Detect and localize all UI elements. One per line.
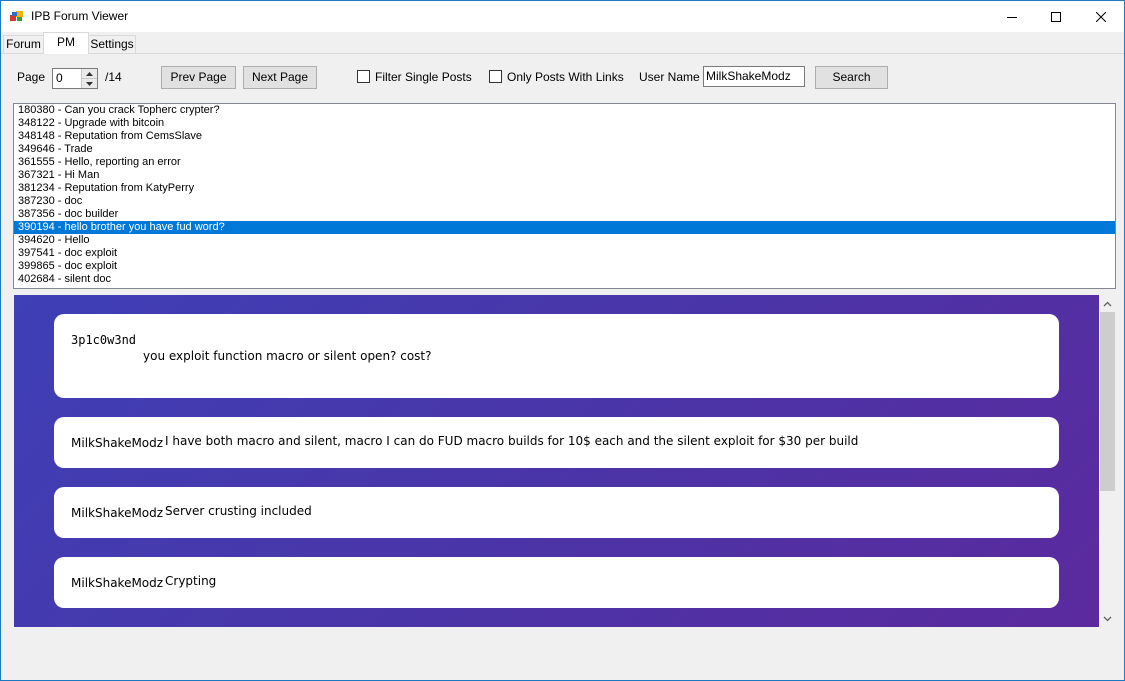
stepper-down-button[interactable] bbox=[82, 78, 97, 88]
page-value: 0 bbox=[56, 71, 63, 85]
page-total: /14 bbox=[105, 70, 122, 84]
arrow-down-icon bbox=[86, 81, 93, 86]
message-text: Crypting bbox=[165, 574, 217, 588]
message-author: MilkShakeModz bbox=[71, 576, 164, 590]
message-author: 3p1c0w3nd bbox=[71, 333, 137, 347]
tab-forum[interactable]: Forum bbox=[3, 35, 44, 53]
stepper-buttons bbox=[81, 69, 97, 88]
scroll-up-button[interactable] bbox=[1099, 295, 1116, 312]
search-button[interactable]: Search bbox=[815, 66, 888, 89]
tab-pm[interactable]: PM bbox=[43, 32, 89, 54]
page-label: Page bbox=[17, 70, 46, 84]
list-item[interactable]: 399865 - doc exploit bbox=[14, 260, 1115, 273]
message-scrollbar[interactable] bbox=[1099, 295, 1116, 627]
list-item[interactable]: 180380 - Can you crack Topherc crypter? bbox=[14, 104, 1115, 117]
message-card: MilkShakeModz Server crusting included bbox=[54, 487, 1059, 538]
scroll-down-button[interactable] bbox=[1099, 610, 1116, 627]
message-text: I have both macro and silent, macro I ca… bbox=[165, 434, 859, 448]
message-author: MilkShakeModz bbox=[71, 436, 164, 450]
message-card: 3p1c0w3nd you exploit function macro or … bbox=[54, 314, 1059, 398]
list-item[interactable]: 348122 - Upgrade with bitcoin bbox=[14, 117, 1115, 130]
message-card: MilkShakeModz Crypting bbox=[54, 557, 1059, 608]
tab-strip: Forum PM Settings bbox=[1, 32, 1124, 54]
maximize-button[interactable] bbox=[1033, 1, 1079, 32]
list-item[interactable]: 381234 - Reputation from KatyPerry bbox=[14, 182, 1115, 195]
stepper-up-button[interactable] bbox=[82, 69, 97, 78]
chevron-up-icon bbox=[1103, 301, 1112, 306]
app-window: IPB Forum Viewer Forum PM Settings Page … bbox=[0, 0, 1125, 681]
chevron-down-icon bbox=[1103, 616, 1112, 621]
only-links-label: Only Posts With Links bbox=[507, 70, 624, 84]
message-author: MilkShakeModz bbox=[71, 506, 164, 520]
list-item[interactable]: 397541 - doc exploit bbox=[14, 247, 1115, 260]
list-item[interactable]: 367321 - Hi Man bbox=[14, 169, 1115, 182]
next-page-button[interactable]: Next Page bbox=[243, 66, 317, 89]
filter-single-posts-label: Filter Single Posts bbox=[375, 70, 472, 84]
only-links-checkbox[interactable] bbox=[489, 70, 502, 83]
message-view: 3p1c0w3nd you exploit function macro or … bbox=[14, 295, 1099, 627]
close-button[interactable] bbox=[1078, 1, 1124, 32]
message-text: Server crusting included bbox=[165, 504, 312, 518]
list-item[interactable]: 402684 - silent doc bbox=[14, 273, 1115, 286]
list-item[interactable]: 394620 - Hello bbox=[14, 234, 1115, 247]
thread-list[interactable]: 180380 - Can you crack Topherc crypter? … bbox=[13, 103, 1116, 289]
tab-settings[interactable]: Settings bbox=[88, 35, 136, 53]
arrow-up-icon bbox=[86, 71, 93, 76]
list-item-selected[interactable]: 390194 - hello brother you have fud word… bbox=[14, 221, 1115, 234]
minimize-button[interactable] bbox=[989, 1, 1035, 32]
window-title: IPB Forum Viewer bbox=[31, 9, 129, 23]
app-icon bbox=[10, 11, 23, 21]
list-item[interactable]: 387356 - doc builder bbox=[14, 208, 1115, 221]
username-label: User Name bbox=[639, 70, 700, 84]
close-icon bbox=[1096, 11, 1106, 22]
list-item[interactable]: 387230 - doc bbox=[14, 195, 1115, 208]
list-item[interactable]: 349646 - Trade bbox=[14, 143, 1115, 156]
page-stepper[interactable]: 0 bbox=[52, 68, 98, 89]
prev-page-button[interactable]: Prev Page bbox=[161, 66, 236, 89]
username-input[interactable]: MilkShakeModz bbox=[703, 66, 805, 87]
list-item[interactable]: 361555 - Hello, reporting an error bbox=[14, 156, 1115, 169]
message-text: you exploit function macro or silent ope… bbox=[143, 349, 432, 363]
minimize-icon bbox=[1007, 16, 1017, 18]
message-card: MilkShakeModz I have both macro and sile… bbox=[54, 417, 1059, 468]
filter-single-posts-checkbox[interactable] bbox=[357, 70, 370, 83]
maximize-icon bbox=[1051, 11, 1061, 22]
title-bar: IPB Forum Viewer bbox=[1, 1, 1124, 32]
scroll-thumb[interactable] bbox=[1100, 312, 1115, 491]
list-item[interactable]: 348148 - Reputation from CemsSlave bbox=[14, 130, 1115, 143]
